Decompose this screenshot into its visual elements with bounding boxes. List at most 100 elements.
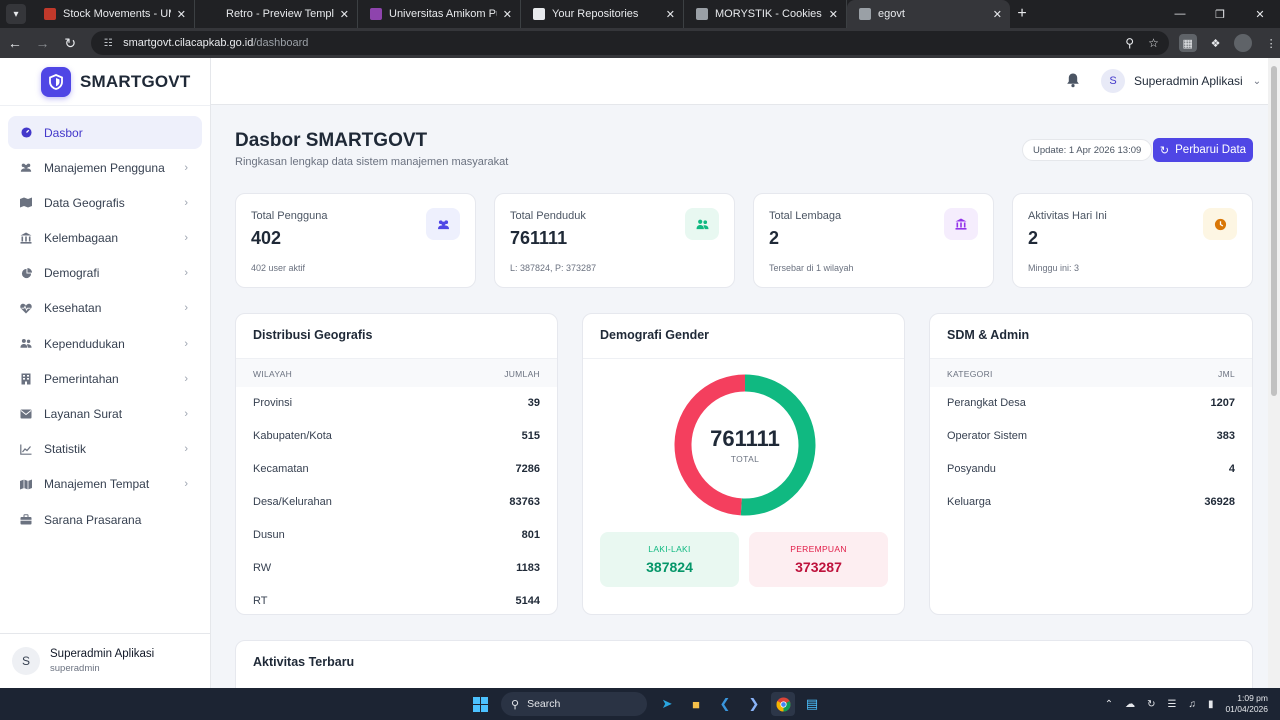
system-tray: ⌃ ☁ ↻ ☰ ♫ ▮ 1:09 pm 01/04/2026: [1093, 688, 1268, 720]
table-row: Operator Sistem 383: [930, 426, 1252, 448]
sidebar-item-layanan-surat[interactable]: Layanan Surat ›: [8, 398, 202, 431]
bell-icon[interactable]: [1066, 72, 1080, 93]
stat-card: Aktivitas Hari Ini 2 Minggu ini: 3: [1012, 193, 1253, 288]
sidebar-item-dasbor[interactable]: Dasbor: [8, 116, 202, 149]
tab-close-icon[interactable]: ✕: [503, 8, 512, 21]
sidebar-item-manajemen-tempat[interactable]: Manajemen Tempat ›: [8, 468, 202, 501]
telegram-icon[interactable]: ➤: [655, 692, 679, 716]
sidebar-item-statistik[interactable]: Statistik ›: [8, 433, 202, 466]
user-menu[interactable]: S Superadmin Aplikasi ⌄: [1101, 69, 1261, 93]
donut-total-label: TOTAL: [730, 454, 760, 464]
brand[interactable]: SMARTGOVT: [0, 58, 210, 106]
notepad-icon[interactable]: ▤: [800, 692, 824, 716]
male-count-box: LAKI-LAKI 387824: [600, 532, 739, 587]
tab-close-icon[interactable]: ✕: [340, 8, 349, 21]
row-label: Provinsi: [253, 397, 293, 409]
volume-icon[interactable]: ♫: [1188, 699, 1196, 710]
close-window-icon[interactable]: ✕: [1240, 0, 1280, 28]
tab-title: Stock Movements - UMKM Go: [63, 8, 171, 20]
tab-close-icon[interactable]: ✕: [177, 8, 186, 21]
clock-date: 01/04/2026: [1225, 704, 1268, 714]
forward-icon[interactable]: →: [30, 30, 56, 56]
vscode-icon[interactable]: ❮: [713, 692, 737, 716]
terminal-icon[interactable]: ❯: [742, 692, 766, 716]
sidebar-item-label: Pemerintahan: [44, 371, 119, 386]
sync-icon[interactable]: ↻: [1147, 699, 1155, 710]
sidebar-user[interactable]: S Superadmin Aplikasi superadmin: [0, 633, 210, 688]
sidebar-item-manajemen-pengguna[interactable]: Manajemen Pengguna ›: [8, 151, 202, 184]
map-pin-icon: [20, 478, 32, 490]
sidebar-item-label: Layanan Surat: [44, 407, 123, 421]
tab-search-menu-button[interactable]: ▾: [6, 4, 26, 24]
back-icon[interactable]: ←: [2, 30, 28, 56]
envelope-icon: [20, 408, 32, 420]
wifi-icon[interactable]: ☰: [1167, 699, 1176, 710]
browser-tab[interactable]: MORYSTIK - Cookies Lezat Bern ✕: [684, 0, 847, 28]
file-explorer-icon[interactable]: ■: [684, 692, 708, 716]
sidebar-item-data-geografis[interactable]: Data Geografis ›: [8, 186, 202, 219]
tab-close-icon[interactable]: ✕: [993, 8, 1002, 21]
sidebar-item-kependudukan[interactable]: Kependudukan ›: [8, 327, 202, 360]
browser-tab[interactable]: Universitas Amikom Purwokerto ✕: [358, 0, 521, 28]
stat-label: Aktivitas Hari Ini: [1028, 210, 1107, 222]
chrome-icon[interactable]: [771, 692, 795, 716]
sidebar-item-kesehatan[interactable]: Kesehatan ›: [8, 292, 202, 325]
chevron-right-icon: ›: [184, 302, 188, 315]
chevron-right-icon: ›: [184, 443, 188, 456]
scrollbar-thumb[interactable]: [1271, 66, 1277, 396]
new-tab-button[interactable]: +: [1010, 0, 1034, 28]
sidebar-item-sarana-prasarana[interactable]: Sarana Prasarana: [8, 503, 202, 536]
sidebar-item-kelembagaan[interactable]: Kelembagaan ›: [8, 222, 202, 255]
toolbox-icon: [20, 514, 32, 526]
geo-distribution-card: Distribusi Geografis WILAYAH JUMLAH Prov…: [235, 313, 558, 615]
reload-icon[interactable]: ↻: [57, 30, 83, 56]
refresh-data-button[interactable]: ↻ Perbarui Data: [1153, 138, 1253, 162]
institution-icon: [944, 208, 978, 240]
table-row: RW 1183: [236, 558, 557, 580]
browser-menu-icon[interactable]: ⋮: [1262, 34, 1280, 52]
update-timestamp: Update: 1 Apr 2026 13:09: [1022, 139, 1153, 161]
site-info-icon[interactable]: ☷: [101, 36, 115, 50]
row-value: 1207: [1210, 397, 1235, 409]
taskbar-search[interactable]: ⚲ Search: [501, 692, 647, 716]
row-value: 36928: [1204, 496, 1235, 508]
page-scrollbar[interactable]: [1268, 58, 1280, 688]
browser-tab-strip: ▾ Stock Movements - UMKM Go✕Retro - Prev…: [0, 0, 1280, 28]
bookmark-star-icon[interactable]: ☆: [1148, 36, 1159, 50]
cloud-icon[interactable]: ☁: [1125, 699, 1135, 710]
tab-title: egovt: [878, 8, 905, 20]
minimize-icon[interactable]: —: [1160, 0, 1200, 28]
users-icon: [426, 208, 460, 240]
taskbar-clock[interactable]: 1:09 pm 01/04/2026: [1225, 693, 1268, 715]
user-name: Superadmin Aplikasi: [1134, 74, 1243, 88]
sidebar-item-demografi[interactable]: Demografi ›: [8, 257, 202, 290]
tab-close-icon[interactable]: ✕: [666, 8, 675, 21]
tab-favicon-icon: [696, 8, 708, 20]
restore-icon[interactable]: ❐: [1200, 0, 1240, 28]
chevron-down-icon: ⌄: [1252, 75, 1262, 87]
chevron-up-icon[interactable]: ⌃: [1105, 699, 1113, 710]
tab-title: MORYSTIK - Cookies Lezat Bern: [715, 8, 823, 20]
sidebar-item-pemerintahan[interactable]: Pemerintahan ›: [8, 362, 202, 395]
browser-tab[interactable]: Your Repositories ✕: [521, 0, 684, 28]
battery-icon[interactable]: ▮: [1208, 699, 1214, 710]
browser-tab[interactable]: Stock Movements - UMKM Go ✕: [32, 0, 195, 28]
browser-tab[interactable]: Retro - Preview Template - jadi ✕: [195, 0, 358, 28]
extensions-puzzle-icon[interactable]: ❖: [1207, 34, 1225, 52]
row-label: RT: [253, 595, 268, 607]
chevron-right-icon: ›: [184, 232, 188, 245]
tab-close-icon[interactable]: ✕: [829, 8, 838, 21]
stat-card: Total Pengguna 402 402 user aktif: [235, 193, 476, 288]
windows-start-icon[interactable]: [468, 692, 492, 716]
address-bar[interactable]: ☷ smartgovt.cilacapkab.go.id/dashboard ⚲…: [91, 31, 1169, 55]
table-row: Kecamatan 7286: [236, 459, 557, 481]
extension-icon[interactable]: ▦: [1178, 34, 1197, 52]
column-header: JUMLAH: [504, 369, 540, 379]
table-row: Keluarga 36928: [930, 492, 1252, 514]
donut-center: 761111 TOTAL: [673, 373, 817, 517]
browser-tab[interactable]: egovt ✕: [847, 0, 1010, 28]
tab-favicon-icon: [533, 8, 545, 20]
row-value: 83763: [509, 496, 540, 508]
zoom-icon[interactable]: ⚲: [1125, 36, 1134, 50]
profile-avatar-icon[interactable]: [1234, 34, 1253, 52]
